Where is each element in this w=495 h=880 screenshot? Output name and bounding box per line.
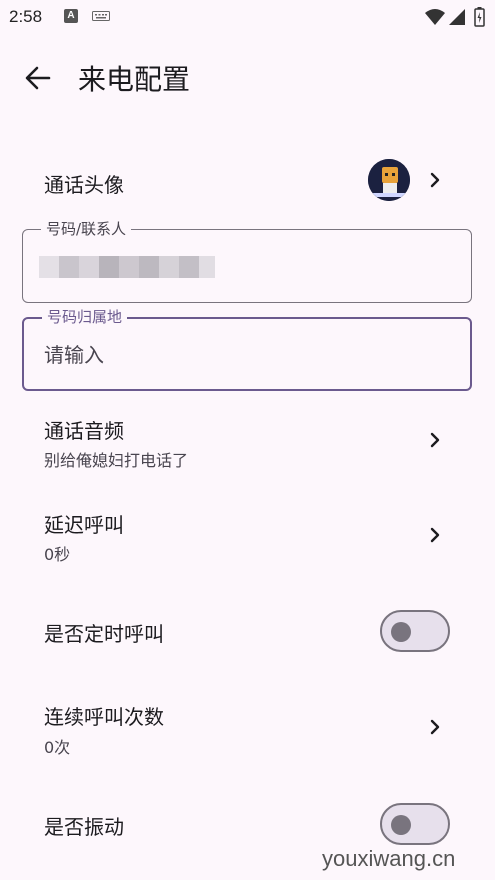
region-input[interactable] (44, 339, 444, 371)
audio-row[interactable]: 通话音频 别给俺媳妇打电话了 (0, 400, 495, 490)
delay-row[interactable]: 延迟呼叫 0秒 (0, 495, 495, 585)
arrow-left-icon[interactable] (22, 62, 54, 94)
number-field-label: 号码/联系人 (41, 218, 132, 239)
vibrate-toggle[interactable] (380, 803, 450, 845)
toggle-thumb (391, 622, 411, 642)
avatar[interactable] (368, 159, 410, 201)
wifi-icon (425, 9, 445, 25)
timed-call-row: 是否定时呼叫 (0, 590, 495, 674)
chevron-right-icon (430, 527, 440, 543)
delay-row-subtitle: 0秒 (44, 545, 71, 564)
app-bar: 来电配置 (0, 48, 495, 108)
region-field-label: 号码归属地 (42, 306, 128, 327)
audio-row-title: 通话音频 (44, 419, 124, 443)
timed-call-toggle[interactable] (380, 610, 450, 652)
timed-call-title: 是否定时呼叫 (44, 622, 164, 646)
page-title: 来电配置 (78, 63, 191, 96)
delay-row-title: 延迟呼叫 (44, 513, 124, 537)
watermark: youxiwang.cn (322, 846, 456, 871)
battery-icon (474, 7, 485, 27)
keyboard-icon (92, 11, 110, 21)
region-field[interactable]: 号码归属地 (22, 306, 472, 391)
avatar-image (368, 159, 410, 201)
status-time: 2:58 (9, 7, 43, 26)
audio-row-subtitle: 别给俺媳妇打电话了 (44, 451, 189, 470)
avatar-row[interactable]: 通话头像 (0, 140, 495, 220)
chevron-right-icon (430, 719, 440, 735)
chevron-right-icon (430, 172, 440, 188)
repeat-count-row[interactable]: 连续呼叫次数 0次 (0, 688, 495, 778)
repeat-count-subtitle: 0次 (44, 738, 71, 757)
avatar-row-title: 通话头像 (44, 173, 124, 197)
status-bar: 2:58 A (0, 0, 495, 34)
blurred-number (39, 256, 215, 278)
repeat-count-title: 连续呼叫次数 (44, 705, 164, 729)
chevron-right-icon (430, 432, 440, 448)
number-field[interactable]: 号码/联系人 (22, 218, 472, 303)
a-notification-icon: A (64, 9, 78, 23)
signal-icon (449, 9, 465, 25)
vibrate-title: 是否振动 (44, 815, 124, 839)
toggle-thumb (391, 815, 411, 835)
